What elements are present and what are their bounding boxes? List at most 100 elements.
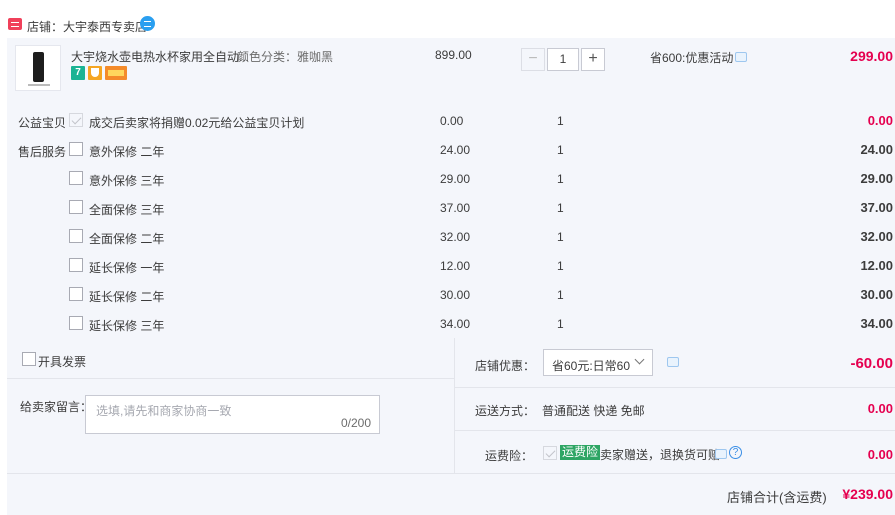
- chat-bubble-icon[interactable]: [140, 16, 155, 31]
- service-total: 29.00: [860, 171, 893, 186]
- service-checkbox[interactable]: [69, 287, 83, 301]
- service-name[interactable]: 全面保修 三年: [89, 201, 164, 218]
- product-title[interactable]: 大宇烧水壶电热水杯家用全自动...: [71, 48, 249, 65]
- memo-placeholder: 选填,请先和商家协商一致: [96, 404, 232, 418]
- service-name[interactable]: 意外保修 三年: [89, 172, 164, 189]
- row-divider: [7, 473, 895, 474]
- service-total: 30.00: [860, 287, 893, 302]
- service-name[interactable]: 意外保修 二年: [89, 143, 164, 160]
- seven-day-return-icon: 7: [71, 66, 85, 80]
- insurance-tag: 运费险: [560, 445, 601, 460]
- service-price: 0.00: [440, 114, 464, 128]
- shop-total-label: 店铺合计(含运费): [727, 490, 827, 505]
- service-name[interactable]: 全面保修 二年: [89, 230, 164, 247]
- memo-char-count: 0/200: [340, 416, 371, 430]
- shop-icon: [8, 18, 22, 30]
- quantity-input[interactable]: 1: [547, 48, 579, 71]
- shipping-label: 运送方式：: [475, 404, 536, 418]
- discount-amount: -60.00: [850, 355, 893, 372]
- service-row: 延长保修 一年 12.00 1 12.00: [7, 252, 895, 281]
- order-item-row: 大宇烧水壶电热水杯家用全自动... 颜色分类：雅咖黑 7 899.00 − 1 …: [7, 38, 895, 100]
- discount-selected-value: 省60元:日常60: [552, 359, 631, 373]
- service-name: 成交后卖家将捐赠0.02元给公益宝贝计划: [89, 116, 305, 130]
- column-divider: [454, 338, 455, 473]
- service-quantity: 1: [557, 143, 564, 157]
- service-total: 0.00: [867, 113, 893, 128]
- service-total: 37.00: [860, 200, 893, 215]
- service-total: 12.00: [860, 258, 893, 273]
- service-price: 34.00: [440, 317, 471, 331]
- promo-chat-icon[interactable]: [735, 52, 747, 62]
- row-divider: [7, 378, 454, 379]
- row-divider: [455, 430, 895, 431]
- order-options-panel: 开具发票 给卖家留言： 选填,请先和商家协商一致 0/200 店铺优惠： 省60…: [7, 338, 895, 515]
- credit-card-icon: [105, 66, 127, 80]
- insurance-description: 卖家赠送，退换货可赔: [600, 448, 721, 462]
- memo-label: 给卖家留言：: [20, 400, 93, 414]
- quantity-increase-button[interactable]: +: [581, 48, 605, 71]
- service-price: 32.00: [440, 230, 471, 244]
- insurance-chat-icon[interactable]: [715, 449, 727, 459]
- service-name[interactable]: 延长保修 一年: [89, 259, 164, 276]
- insurance-checkbox: [543, 446, 557, 460]
- insurance-label: 运费险：: [485, 449, 534, 463]
- service-category-label: 售后服务: [18, 145, 67, 159]
- service-price: 29.00: [440, 172, 471, 186]
- service-row: 全面保修 三年 37.00 1 37.00: [7, 194, 895, 223]
- item-total: 299.00: [850, 48, 893, 64]
- service-row: 延长保修 二年 30.00 1 30.00: [7, 281, 895, 310]
- service-checkbox[interactable]: [69, 200, 83, 214]
- service-total: 24.00: [860, 142, 893, 157]
- help-icon[interactable]: ?: [729, 446, 742, 459]
- seller-memo-textarea[interactable]: 选填,请先和商家协商一致 0/200: [85, 395, 380, 434]
- shop-discount-label: 店铺优惠：: [475, 359, 536, 373]
- service-category-label: 公益宝贝: [18, 116, 67, 130]
- service-checkbox[interactable]: [69, 229, 83, 243]
- service-quantity: 1: [557, 259, 564, 273]
- service-checkbox[interactable]: [69, 258, 83, 272]
- service-quantity: 1: [557, 230, 564, 244]
- row-divider: [455, 387, 895, 388]
- service-row: 售后服务 意外保修 二年 24.00 1 24.00: [7, 136, 895, 165]
- service-checkbox[interactable]: [69, 171, 83, 185]
- invoice-label[interactable]: 开具发票: [38, 353, 86, 370]
- service-quantity: 1: [557, 114, 564, 128]
- shop-total-amount: ¥239.00: [842, 486, 893, 502]
- service-quantity: 1: [557, 317, 564, 331]
- service-name[interactable]: 延长保修 二年: [89, 288, 164, 305]
- service-price: 12.00: [440, 259, 471, 273]
- quantity-decrease-button[interactable]: −: [521, 48, 545, 71]
- product-variant: 颜色分类：雅咖黑: [237, 50, 334, 64]
- product-label-image: [28, 84, 50, 86]
- promotion-text: 省600:优惠活动: [650, 51, 734, 65]
- service-total: 32.00: [860, 229, 893, 244]
- service-price: 30.00: [440, 288, 471, 302]
- guarantee-icon: [88, 66, 102, 80]
- service-name[interactable]: 延长保修 三年: [89, 317, 164, 334]
- service-quantity: 1: [557, 172, 564, 186]
- service-row: 延长保修 三年 34.00 1 34.00: [7, 310, 895, 339]
- service-quantity: 1: [557, 201, 564, 215]
- product-bottle-image: [33, 52, 44, 82]
- service-price: 37.00: [440, 201, 471, 215]
- service-checkbox: [69, 113, 83, 127]
- discount-chat-icon[interactable]: [667, 357, 679, 367]
- insurance-amount: 0.00: [867, 447, 893, 462]
- unit-price: 899.00: [435, 48, 472, 62]
- shipping-method: 普通配送 快递 免邮: [542, 404, 645, 418]
- service-total: 34.00: [860, 316, 893, 331]
- shipping-amount: 0.00: [867, 401, 893, 416]
- service-checkbox[interactable]: [69, 316, 83, 330]
- service-checkbox[interactable]: [69, 142, 83, 156]
- service-row: 意外保修 三年 29.00 1 29.00: [7, 165, 895, 194]
- service-row: 全面保修 二年 32.00 1 32.00: [7, 223, 895, 252]
- item-panel: 大宇烧水壶电热水杯家用全自动... 颜色分类：雅咖黑 7 899.00 − 1 …: [7, 38, 895, 338]
- service-row-charity: 公益宝贝 成交后卖家将捐赠0.02元给公益宝贝计划 0.00 1 0.00: [7, 107, 895, 136]
- chevron-down-icon: [634, 354, 645, 365]
- shop-header: 店铺：大宇泰西专卖店: [0, 0, 895, 38]
- service-price: 24.00: [440, 143, 471, 157]
- invoice-checkbox[interactable]: [22, 352, 36, 366]
- shop-name[interactable]: 店铺：大宇泰西专卖店: [27, 18, 147, 35]
- product-thumbnail[interactable]: [15, 45, 61, 91]
- shop-discount-select[interactable]: 省60元:日常60: [543, 349, 653, 376]
